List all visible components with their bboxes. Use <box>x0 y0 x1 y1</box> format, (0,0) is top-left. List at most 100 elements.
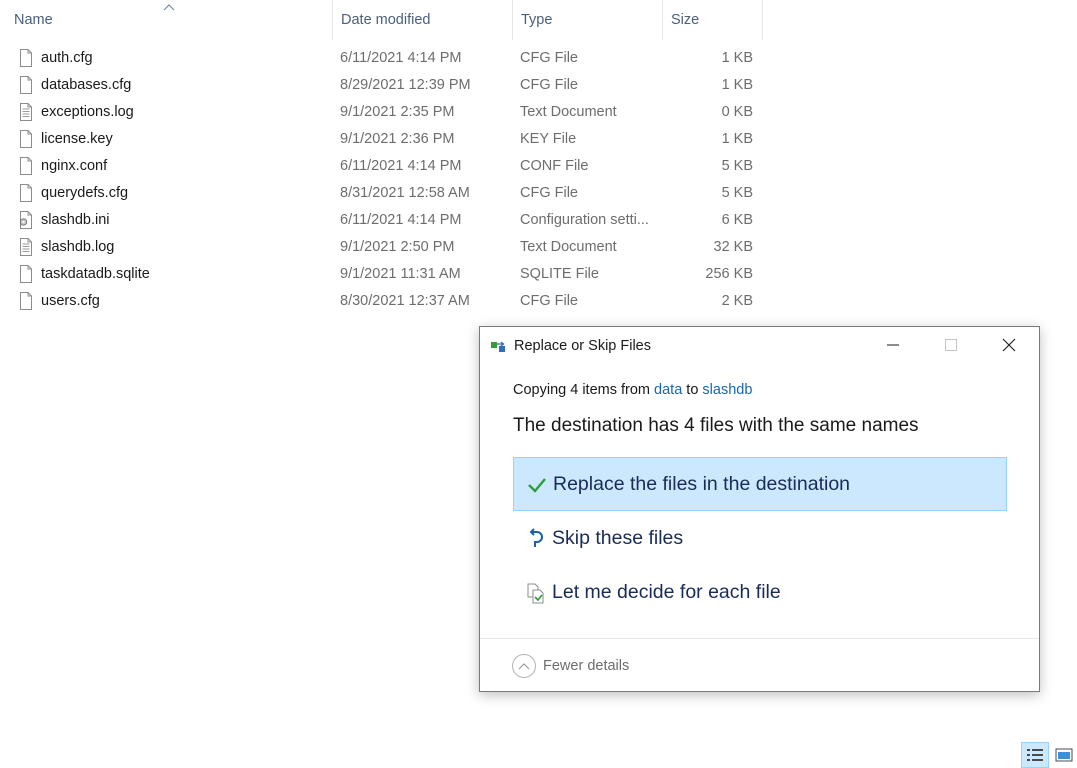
column-header-date[interactable]: Date modified <box>333 0 513 40</box>
file-date: 9/1/2021 2:36 PM <box>340 131 455 147</box>
skip-files-option[interactable]: Skip these files <box>513 512 1007 566</box>
file-icon <box>20 292 32 310</box>
file-name: license.key <box>41 131 113 147</box>
file-name: querydefs.cfg <box>41 185 129 201</box>
file-size: 256 KB <box>705 266 753 282</box>
file-icon <box>20 265 32 283</box>
file-date: 9/1/2021 11:31 AM <box>340 266 461 282</box>
file-name: users.cfg <box>41 293 100 309</box>
fewer-details-button[interactable]: Fewer details <box>512 654 629 678</box>
file-icon <box>20 76 32 94</box>
maximize-button <box>922 327 980 363</box>
minimize-icon <box>887 344 899 346</box>
file-size: 5 KB <box>721 185 753 201</box>
dialog-titlebar[interactable]: Replace or Skip Files <box>480 327 1039 365</box>
dialog-title: Replace or Skip Files <box>514 338 651 354</box>
file-row[interactable]: taskdatadb.sqlite 9/1/2021 11:31 AM SQLI… <box>0 261 800 288</box>
file-name: databases.cfg <box>41 77 132 93</box>
file-name: slashdb.log <box>41 239 115 255</box>
file-explorer: Name Date modified Type Size auth.cfg 6/… <box>0 0 1077 768</box>
file-size: 1 KB <box>721 77 753 93</box>
settings-file-icon <box>19 211 32 229</box>
file-icon <box>20 184 32 202</box>
file-icon <box>20 130 32 148</box>
decide-each-file-option[interactable]: Let me decide for each file <box>513 566 1007 620</box>
file-row[interactable]: exceptions.log 9/1/2021 2:35 PM Text Doc… <box>0 99 800 126</box>
file-type: CFG File <box>520 77 578 93</box>
file-row[interactable]: users.cfg 8/30/2021 12:37 AM CFG File 2 … <box>0 288 800 315</box>
fewer-details-label: Fewer details <box>543 658 630 674</box>
file-size: 1 KB <box>721 131 753 147</box>
file-name: exceptions.log <box>41 104 134 120</box>
column-header-type-label: Type <box>521 12 553 28</box>
sort-ascending-icon <box>163 4 175 11</box>
file-type: CFG File <box>520 185 578 201</box>
minimize-button[interactable] <box>864 327 922 363</box>
file-row[interactable]: databases.cfg 8/29/2021 12:39 PM CFG Fil… <box>0 72 800 99</box>
file-type: Configuration setti... <box>520 212 649 228</box>
skip-files-label: Skip these files <box>552 527 684 549</box>
details-view-icon <box>1027 749 1043 761</box>
file-size: 5 KB <box>721 158 753 174</box>
file-name: auth.cfg <box>41 50 93 66</box>
column-header-type[interactable]: Type <box>513 0 663 40</box>
skip-arrow-icon <box>529 528 543 547</box>
replace-files-option[interactable]: Replace the files in the destination <box>513 457 1007 511</box>
file-size: 0 KB <box>721 104 753 120</box>
file-size: 32 KB <box>713 239 754 255</box>
file-type: CFG File <box>520 293 578 309</box>
dialog-divider <box>480 638 1039 639</box>
file-type: CONF File <box>520 158 589 174</box>
file-row[interactable]: querydefs.cfg 8/31/2021 12:58 AM CFG Fil… <box>0 180 800 207</box>
maximize-icon <box>945 339 957 351</box>
file-date: 8/29/2021 12:39 PM <box>340 77 471 93</box>
file-icon <box>20 49 32 67</box>
file-name: slashdb.ini <box>41 212 110 228</box>
file-icon <box>20 157 32 175</box>
file-type: Text Document <box>520 104 617 120</box>
checkmark-icon <box>528 478 546 493</box>
file-size: 6 KB <box>721 212 753 228</box>
file-row[interactable]: license.key 9/1/2021 2:36 PM KEY File 1 … <box>0 126 800 153</box>
file-size: 1 KB <box>721 50 753 66</box>
file-date: 6/11/2021 4:14 PM <box>340 212 462 228</box>
conflict-headline: The destination has 4 files with the sam… <box>513 415 919 436</box>
close-button[interactable] <box>980 327 1038 363</box>
source-folder-link[interactable]: data <box>654 382 682 398</box>
copying-summary: Copying 4 items from data to slashdb <box>513 382 752 398</box>
close-icon <box>1002 338 1016 352</box>
file-date: 6/11/2021 4:14 PM <box>340 50 462 66</box>
chevron-up-icon <box>512 654 536 678</box>
copying-mid: to <box>686 382 699 398</box>
file-date: 8/31/2021 12:58 AM <box>340 185 470 201</box>
file-name: taskdatadb.sqlite <box>41 266 150 282</box>
file-row[interactable]: auth.cfg 6/11/2021 4:14 PM CFG File 1 KB <box>0 45 800 72</box>
file-size: 2 KB <box>721 293 753 309</box>
text-file-icon <box>20 103 32 121</box>
file-date: 9/1/2021 2:50 PM <box>340 239 455 255</box>
file-list: auth.cfg 6/11/2021 4:14 PM CFG File 1 KB… <box>0 45 800 315</box>
column-header-date-label: Date modified <box>341 12 431 28</box>
file-name: nginx.conf <box>41 158 108 174</box>
file-row[interactable]: nginx.conf 6/11/2021 4:14 PM CONF File 5… <box>0 153 800 180</box>
file-type: SQLITE File <box>520 266 599 282</box>
file-row[interactable]: slashdb.log 9/1/2021 2:50 PM Text Docume… <box>0 234 800 261</box>
decide-files-icon <box>527 583 544 604</box>
copy-files-icon <box>491 341 505 352</box>
file-type: KEY File <box>520 131 577 147</box>
file-row[interactable]: slashdb.ini 6/11/2021 4:14 PM Configurat… <box>0 207 800 234</box>
column-header-size[interactable]: Size <box>663 0 763 40</box>
text-file-icon <box>20 238 32 256</box>
details-view-button[interactable] <box>1021 742 1049 768</box>
file-date: 9/1/2021 2:35 PM <box>340 104 455 120</box>
column-header-size-label: Size <box>671 12 700 28</box>
file-type: Text Document <box>520 239 617 255</box>
file-type: CFG File <box>520 50 578 66</box>
replace-files-label: Replace the files in the destination <box>553 473 851 495</box>
column-header-name-label: Name <box>14 12 53 28</box>
copying-prefix: Copying 4 items from <box>513 382 650 398</box>
file-date: 8/30/2021 12:37 AM <box>340 293 470 309</box>
destination-folder-link[interactable]: slashdb <box>702 382 752 398</box>
large-icons-view-button[interactable] <box>1052 742 1076 768</box>
file-date: 6/11/2021 4:14 PM <box>340 158 462 174</box>
